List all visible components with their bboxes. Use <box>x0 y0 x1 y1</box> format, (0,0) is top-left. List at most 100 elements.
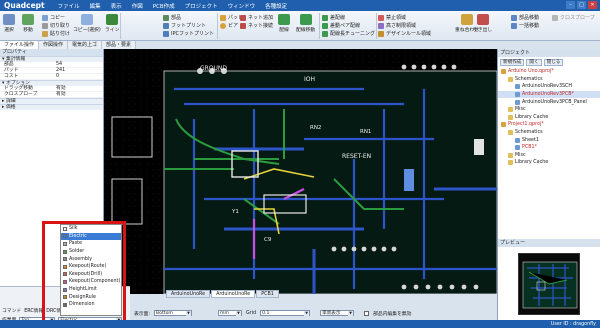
layer-option-height-limit[interactable]: HeightLimit <box>61 286 121 294</box>
menu-pcb[interactable]: PCB作成 <box>148 2 180 10</box>
net-add-button[interactable]: ネット追加 <box>240 14 273 21</box>
tree-item[interactable]: Misc <box>498 106 600 114</box>
doc-tab[interactable]: PCB1 <box>256 290 279 298</box>
project-tree: Arduino Uno.qproj* Schematics ArduinoUnoRe… <box>498 68 600 167</box>
maximize-icon[interactable]: □ <box>577 1 586 9</box>
copy-button[interactable]: コピー <box>42 14 65 21</box>
select-button[interactable]: 選択 <box>3 14 15 33</box>
diff-pair-button[interactable]: 差動ペア配線 <box>322 22 360 29</box>
route-move-icon <box>299 14 312 25</box>
tree-item-label: ArduinoUnoRev3PCB* <box>522 92 574 98</box>
tab-electrical[interactable]: 電気的上ゴ <box>68 41 103 49</box>
tree-item[interactable]: Library Cache <box>498 159 600 167</box>
tab-draw-ops[interactable]: 作図操作 <box>39 41 69 49</box>
via-button[interactable]: ビア <box>220 22 238 29</box>
layer-option-dimension[interactable]: Dimension <box>61 301 121 309</box>
part-move-button[interactable]: 部品移動 <box>511 14 539 21</box>
layer-option-paste[interactable]: Paste <box>61 240 121 248</box>
route-icon <box>278 14 290 25</box>
tab-parts[interactable]: 部品・要素 <box>102 41 137 49</box>
pcb-canvas[interactable]: GROUND IOH RN2 RN1 RESET-EN Y1 C9 <box>104 49 497 294</box>
part-button[interactable]: 部品 <box>163 14 181 21</box>
board-label-rn2: RN2 <box>310 125 322 131</box>
unit-select[interactable]: mm ▼ <box>218 310 243 316</box>
tree-item[interactable]: Project1.qproj* <box>498 121 600 129</box>
length-tuning-button[interactable]: 配線長チューニング <box>322 30 375 37</box>
display-mode-select[interactable]: 単新表示 ▼ <box>320 310 355 316</box>
minimize-icon[interactable]: – <box>566 1 575 9</box>
layer-option-keepout-drill[interactable]: Keepout(Drill) <box>61 271 121 279</box>
grid-select[interactable]: 0.1 ▼ <box>260 310 311 316</box>
project-toolbar: 新規作成 開く 閉じる <box>498 57 600 68</box>
tab-file-ops[interactable]: ファイル操作 <box>0 41 40 49</box>
route-move-button[interactable]: 配線移動 <box>296 14 315 33</box>
menu-settings[interactable]: 各種設定 <box>260 2 292 10</box>
design-rule-area-button[interactable]: デザインルール領域 <box>378 30 431 37</box>
menu-project[interactable]: プロジェクト <box>180 2 223 10</box>
section-price[interactable]: ▸ 価格 <box>0 104 103 110</box>
cut-button[interactable]: 切り取り <box>42 22 70 29</box>
layer-option-silk[interactable]: Silk <box>61 225 121 233</box>
tree-item-label: Schematics <box>515 130 543 136</box>
tree-item[interactable]: Schematics <box>498 129 600 137</box>
divider <box>120 13 121 39</box>
tree-item[interactable]: Library Cache <box>498 114 600 122</box>
ipc-footprint-button[interactable]: IPCフットプリント <box>163 30 214 37</box>
open-project-button[interactable]: 開く <box>526 59 542 66</box>
menu-edit[interactable]: 編集 <box>85 2 106 10</box>
close-icon[interactable]: ✕ <box>588 1 597 9</box>
paste-button[interactable]: 貼り付け <box>42 30 70 37</box>
tree-item[interactable]: Schematics <box>498 76 600 84</box>
layer-swatch <box>63 257 67 262</box>
tree-item-label: Arduino Uno.qproj* <box>508 69 554 75</box>
layer-option-keepout-component[interactable]: Keepout(Component) <box>61 278 121 286</box>
tree-item[interactable]: ArduinoUnoRev3PCB* <box>498 90 600 99</box>
tree-item-label: Project1.qproj* <box>508 122 544 128</box>
pcb-board-graphic <box>104 49 497 294</box>
layer-option-keepout-route[interactable]: Keepout(Route) <box>61 263 121 271</box>
menu-view[interactable]: 表示 <box>106 2 127 10</box>
height-limit-area-button[interactable]: 高さ制限領域 <box>378 22 416 29</box>
move-button[interactable]: 移動 <box>22 14 34 33</box>
menu-draw[interactable]: 作図 <box>127 2 148 10</box>
doc-tab-active[interactable]: ArduinoUnoRe <box>211 290 256 298</box>
part-icon <box>163 14 169 21</box>
menu-window[interactable]: ウィンドウ <box>223 2 261 10</box>
grid-label: Grid <box>246 310 257 316</box>
tree-item[interactable]: Sheet1 <box>498 136 600 144</box>
new-project-button[interactable]: 新規作成 <box>500 59 525 66</box>
copy-select-button[interactable]: コピー(選択) <box>73 14 101 33</box>
tab-command[interactable]: コマンド <box>2 307 21 314</box>
preview-title: プレビュー <box>498 239 600 247</box>
layer-option-design-rule[interactable]: DesignRule <box>61 293 121 301</box>
crossprobe-button[interactable]: クロスプローブ <box>552 14 595 21</box>
board-thumbnail <box>522 261 578 309</box>
tree-item[interactable]: ArduinoUnoRev3SCH <box>498 83 600 91</box>
doc-tab[interactable]: ArduinoUnoRe <box>166 290 211 298</box>
chevron-down-icon: ▼ <box>186 311 192 316</box>
display-face-select[interactable]: Bottom ▼ <box>154 310 193 316</box>
diff-route-icon <box>322 14 328 21</box>
tree-item[interactable]: ArduinoUnoRev3PCB_Panel <box>498 98 600 106</box>
layer-option-assembly[interactable]: Assembly <box>61 255 121 263</box>
diff-route-button[interactable]: 差配線 <box>322 14 345 21</box>
tree-item[interactable]: PCB1* <box>498 144 600 152</box>
footprint-button[interactable]: フットプリント <box>163 22 206 29</box>
menu-file[interactable]: ファイル <box>53 2 85 10</box>
close-project-button[interactable]: 閉じる <box>543 59 564 66</box>
route-button[interactable]: 配線 <box>278 14 290 33</box>
lead-out-button[interactable]: 引き出し <box>473 14 492 33</box>
tab-erc[interactable]: ERC情報 <box>24 307 43 314</box>
line-button[interactable]: ライン <box>105 14 119 33</box>
net-connect-button[interactable]: ネット接続 <box>240 22 273 29</box>
edit-inside-checkbox[interactable] <box>364 310 370 316</box>
keepout-area-button[interactable]: 禁止領域 <box>378 14 406 21</box>
tree-item[interactable]: Arduino Uno.qproj* <box>498 68 600 76</box>
title-bar: Quadcept ファイル 編集 表示 作図 PCB作成 プロジェクト ウィンド… <box>0 0 600 11</box>
display-face-label: 表示面: <box>134 311 151 317</box>
layer-option-solder[interactable]: Solder <box>61 248 121 256</box>
tree-item[interactable]: Misc <box>498 152 600 160</box>
batch-move-button[interactable]: 一括移動 <box>511 22 539 29</box>
layer-option-electric[interactable]: Electric <box>61 232 121 241</box>
layer-swatch <box>63 241 67 246</box>
